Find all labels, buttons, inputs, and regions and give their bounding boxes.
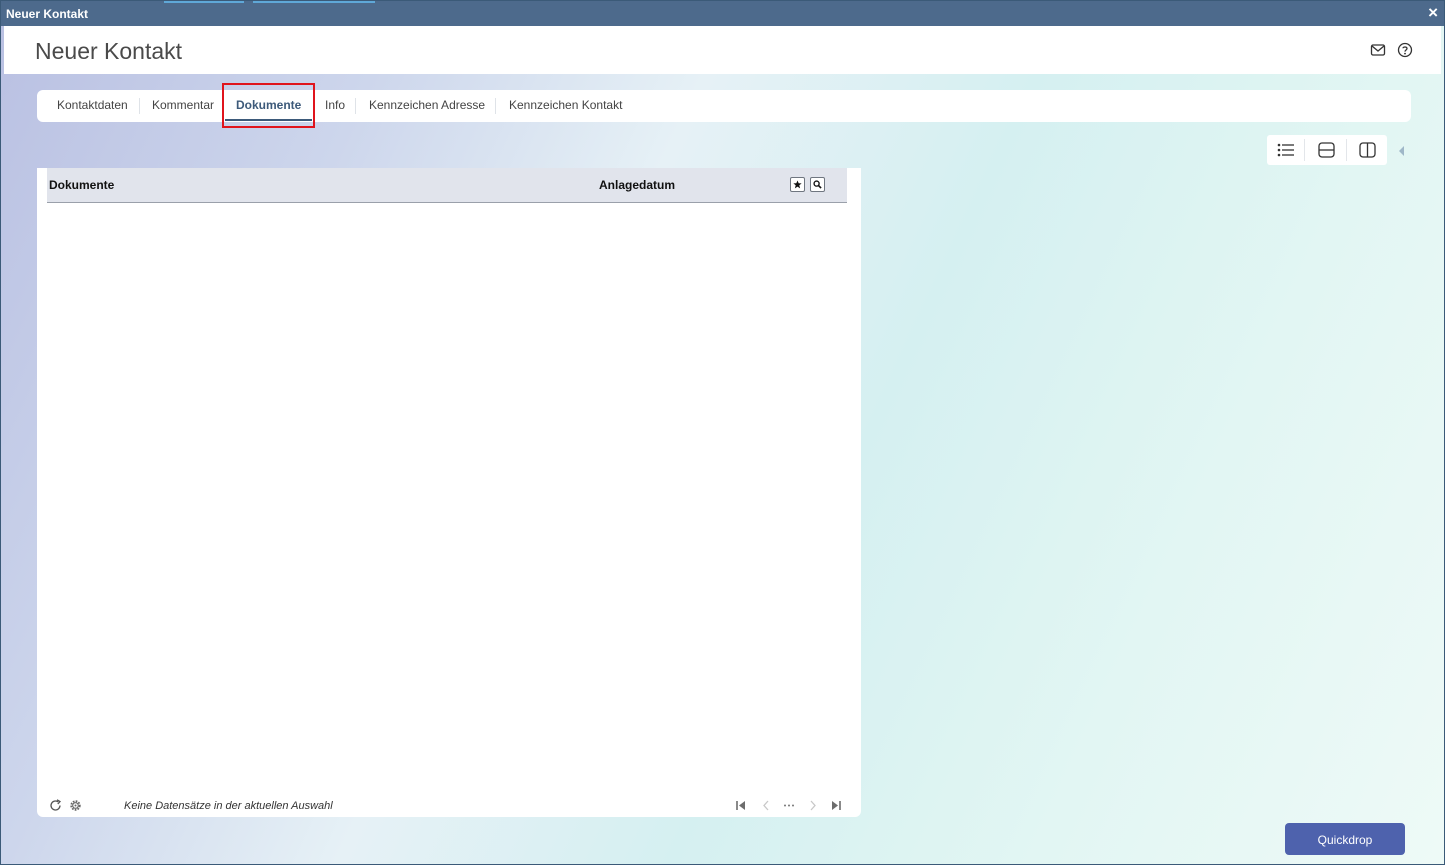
dialog-window: Neuer Kontakt × Neuer Kontakt Kontaktdat… bbox=[0, 0, 1445, 865]
tab-kennzeichen-kontakt[interactable]: Kennzeichen Kontakt bbox=[509, 98, 622, 112]
toolbar-separator bbox=[1346, 139, 1347, 161]
first-page-icon[interactable] bbox=[735, 799, 747, 812]
toolbar-separator bbox=[1304, 139, 1305, 161]
page-title: Neuer Kontakt bbox=[35, 38, 183, 64]
horizontal-split-icon[interactable] bbox=[1308, 135, 1346, 165]
tab-kontaktdaten[interactable]: Kontaktdaten bbox=[57, 98, 128, 112]
close-icon[interactable]: × bbox=[1428, 4, 1438, 22]
next-page-icon[interactable] bbox=[807, 799, 819, 812]
column-header-anlagedatum[interactable]: Anlagedatum bbox=[599, 178, 675, 192]
refresh-icon[interactable] bbox=[49, 799, 62, 812]
tab-kennzeichen-adresse[interactable]: Kennzeichen Adresse bbox=[369, 98, 485, 112]
grid-header: Dokumente Anlagedatum bbox=[47, 168, 847, 203]
last-page-icon[interactable] bbox=[830, 799, 842, 812]
search-icon[interactable] bbox=[810, 177, 825, 192]
help-icon[interactable] bbox=[1397, 42, 1413, 58]
list-view-icon[interactable] bbox=[1267, 135, 1305, 165]
window-titlebar: Neuer Kontakt × bbox=[1, 1, 1444, 26]
titlebar-accent bbox=[253, 1, 375, 3]
previous-page-icon[interactable] bbox=[760, 799, 772, 812]
more-pages-icon[interactable] bbox=[783, 799, 795, 812]
grid-status-text: Keine Datensätze in der aktuellen Auswah… bbox=[124, 800, 333, 812]
quickdrop-button[interactable]: Quickdrop bbox=[1285, 823, 1405, 855]
documents-panel: Dokumente Anlagedatum Keine Datensätze i… bbox=[37, 168, 861, 817]
column-header-dokumente[interactable]: Dokumente bbox=[49, 178, 114, 192]
titlebar-accent bbox=[164, 1, 244, 3]
window-title: Neuer Kontakt bbox=[6, 7, 89, 21]
tab-info[interactable]: Info bbox=[325, 98, 345, 112]
tab-separator bbox=[495, 98, 496, 114]
tab-highlight-box bbox=[222, 83, 315, 128]
mail-icon[interactable] bbox=[1370, 42, 1386, 58]
collapse-left-icon[interactable] bbox=[1398, 144, 1406, 156]
vertical-split-icon[interactable] bbox=[1349, 135, 1387, 165]
tab-separator bbox=[355, 98, 356, 114]
view-toolbar bbox=[1267, 135, 1387, 165]
page-header: Neuer Kontakt bbox=[4, 26, 1441, 74]
tab-kommentar[interactable]: Kommentar bbox=[152, 98, 214, 112]
favorite-icon[interactable] bbox=[790, 177, 805, 192]
settings-icon[interactable] bbox=[69, 799, 82, 812]
tab-separator bbox=[139, 98, 140, 114]
